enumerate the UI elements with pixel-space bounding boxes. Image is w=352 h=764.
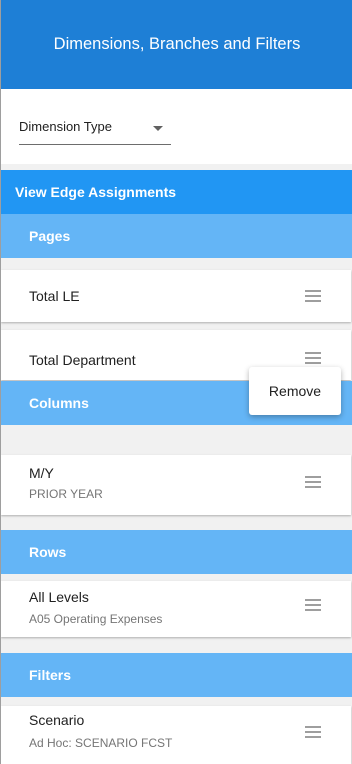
drag-handle-icon[interactable] [305, 352, 321, 364]
list-item-m-y[interactable]: M/Y PRIOR YEAR [1, 455, 351, 515]
dimensions-panel: Dimensions, Branches and Filters Dimensi… [0, 0, 352, 764]
drag-handle-icon[interactable] [305, 476, 321, 488]
item-title: Scenario [29, 712, 85, 728]
section-header-pages: Pages [1, 214, 352, 258]
item-title: All Levels [29, 589, 89, 605]
list-item-scenario[interactable]: Scenario Ad Hoc: SCENARIO FCST [1, 706, 351, 764]
item-title: Total Department [29, 352, 136, 368]
dimension-type-select[interactable]: Dimension Type [19, 109, 171, 145]
caret-down-icon [153, 126, 163, 131]
remove-menu-item[interactable]: Remove [249, 367, 341, 415]
remove-label: Remove [268, 383, 322, 399]
view-edge-assignments-label: View Edge Assignments [15, 184, 177, 200]
list-item-all-levels[interactable]: All Levels A05 Operating Expenses [1, 581, 351, 637]
dimension-type-label: Dimension Type [19, 119, 112, 134]
view-edge-assignments-header: View Edge Assignments [1, 170, 352, 214]
panel-title: Dimensions, Branches and Filters [53, 35, 301, 53]
item-subtitle: A05 Operating Expenses [29, 612, 163, 626]
section-label-filters: Filters [29, 667, 72, 683]
drag-handle-icon[interactable] [305, 290, 321, 302]
section-label-rows: Rows [29, 544, 67, 560]
section-label-pages: Pages [29, 228, 71, 244]
section-header-rows: Rows [1, 530, 352, 574]
item-subtitle: Ad Hoc: SCENARIO FCST [29, 736, 173, 750]
item-title: Total LE [29, 288, 80, 304]
drag-handle-icon[interactable] [305, 726, 321, 738]
section-header-filters: Filters [1, 653, 352, 697]
section-label-columns: Columns [29, 395, 89, 411]
item-subtitle: PRIOR YEAR [29, 487, 103, 501]
panel-header: Dimensions, Branches and Filters [1, 0, 352, 89]
list-item-total-le[interactable]: Total LE [1, 270, 351, 322]
dimension-type-row: Dimension Type [1, 89, 352, 164]
drag-handle-icon[interactable] [305, 599, 321, 611]
item-title: M/Y [29, 465, 54, 481]
